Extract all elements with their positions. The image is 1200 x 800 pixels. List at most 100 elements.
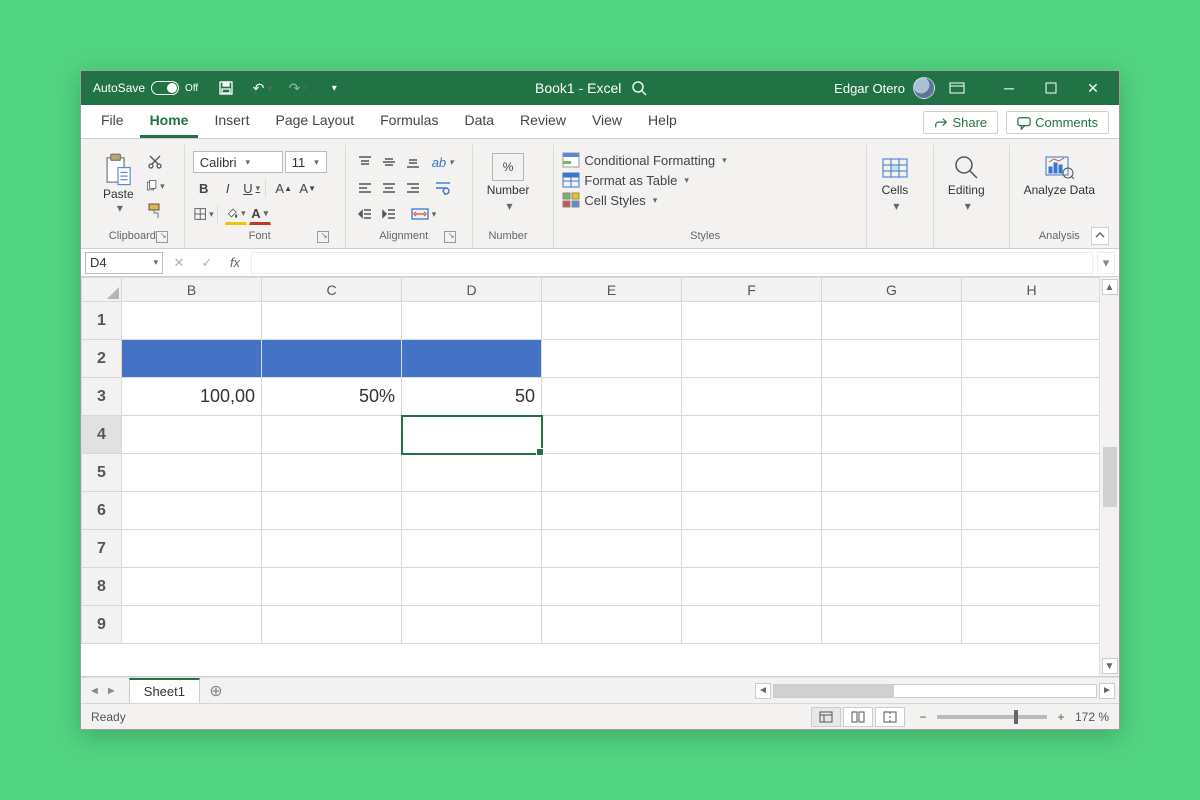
row-header-8[interactable]: 8 bbox=[82, 568, 122, 606]
share-button[interactable]: Share bbox=[923, 111, 998, 134]
row-header-6[interactable]: 6 bbox=[82, 492, 122, 530]
col-header-C[interactable]: C bbox=[262, 278, 402, 302]
cell-E4[interactable] bbox=[542, 416, 682, 454]
cell-B1[interactable] bbox=[122, 302, 262, 340]
cell-D9[interactable] bbox=[402, 606, 542, 644]
cell-G7[interactable] bbox=[822, 530, 962, 568]
cell-B3[interactable]: 100,00 bbox=[122, 378, 262, 416]
cell-E3[interactable] bbox=[542, 378, 682, 416]
cell-G3[interactable] bbox=[822, 378, 962, 416]
minimize-button[interactable]: ─ bbox=[989, 74, 1029, 102]
cell-H8[interactable] bbox=[962, 568, 1100, 606]
font-name-combo[interactable]: Calibri▾ bbox=[193, 151, 283, 173]
cell-D5[interactable] bbox=[402, 454, 542, 492]
cell-D7[interactable] bbox=[402, 530, 542, 568]
cell-F2[interactable] bbox=[682, 340, 822, 378]
maximize-button[interactable] bbox=[1031, 74, 1071, 102]
scroll-left-button[interactable]: ◄ bbox=[755, 683, 771, 699]
qat-customize-button[interactable]: ▾ bbox=[320, 74, 348, 102]
autosave-toggle[interactable]: AutoSave Off bbox=[87, 79, 204, 97]
cell-G8[interactable] bbox=[822, 568, 962, 606]
italic-button[interactable]: I bbox=[217, 177, 239, 199]
cell-E2[interactable] bbox=[542, 340, 682, 378]
row-header-2[interactable]: 2 bbox=[82, 340, 122, 378]
collapse-ribbon-button[interactable] bbox=[1091, 227, 1109, 245]
cell-H1[interactable] bbox=[962, 302, 1100, 340]
cell-E7[interactable] bbox=[542, 530, 682, 568]
cell-C4[interactable] bbox=[262, 416, 402, 454]
cell-B2[interactable] bbox=[122, 340, 262, 378]
cancel-formula-button[interactable]: ✕ bbox=[167, 252, 191, 274]
tab-insert[interactable]: Insert bbox=[204, 106, 259, 138]
cell-E8[interactable] bbox=[542, 568, 682, 606]
page-break-view-button[interactable] bbox=[875, 707, 905, 727]
borders-button[interactable]: ▾ bbox=[193, 203, 215, 225]
cell-C5[interactable] bbox=[262, 454, 402, 492]
cell-D1[interactable] bbox=[402, 302, 542, 340]
copy-button[interactable]: ▾ bbox=[144, 175, 166, 197]
cell-C7[interactable] bbox=[262, 530, 402, 568]
cell-F3[interactable] bbox=[682, 378, 822, 416]
tab-home[interactable]: Home bbox=[140, 106, 199, 138]
select-all-corner[interactable] bbox=[82, 278, 122, 302]
spreadsheet-grid[interactable]: B C D E F G H 1 2 3100,0050%50 4 5 6 7 8… bbox=[81, 277, 1099, 676]
row-header-7[interactable]: 7 bbox=[82, 530, 122, 568]
tab-help[interactable]: Help bbox=[638, 106, 687, 138]
col-header-H[interactable]: H bbox=[962, 278, 1100, 302]
expand-formula-bar-button[interactable]: ▾ bbox=[1097, 252, 1115, 274]
scroll-up-button[interactable]: ▲ bbox=[1102, 279, 1118, 295]
clipboard-launcher[interactable] bbox=[156, 231, 168, 243]
align-left-button[interactable] bbox=[354, 177, 376, 199]
underline-button[interactable]: U▾ bbox=[241, 177, 263, 199]
decrease-font-button[interactable]: A▼ bbox=[297, 177, 319, 199]
horizontal-scrollbar[interactable]: ◄ ► bbox=[755, 683, 1115, 699]
wrap-text-button[interactable] bbox=[432, 177, 454, 199]
page-layout-view-button[interactable] bbox=[843, 707, 873, 727]
cells-button[interactable]: Cells ▾ bbox=[875, 151, 915, 215]
cell-B4[interactable] bbox=[122, 416, 262, 454]
col-header-E[interactable]: E bbox=[542, 278, 682, 302]
cell-D3[interactable]: 50 bbox=[402, 378, 542, 416]
align-right-button[interactable] bbox=[402, 177, 424, 199]
merge-center-button[interactable]: ▾ bbox=[408, 203, 440, 225]
number-format-button[interactable]: % Number ▾ bbox=[481, 151, 536, 215]
close-button[interactable]: ✕ bbox=[1073, 74, 1113, 102]
cell-B8[interactable] bbox=[122, 568, 262, 606]
cell-E6[interactable] bbox=[542, 492, 682, 530]
search-button[interactable] bbox=[631, 80, 647, 96]
alignment-launcher[interactable] bbox=[444, 231, 456, 243]
comments-button[interactable]: Comments bbox=[1006, 111, 1109, 134]
format-as-table-button[interactable]: Format as Table▾ bbox=[562, 171, 689, 189]
user-name[interactable]: Edgar Otero bbox=[834, 81, 905, 96]
zoom-slider[interactable] bbox=[937, 715, 1047, 719]
zoom-in-button[interactable]: + bbox=[1053, 709, 1069, 725]
user-avatar[interactable] bbox=[913, 77, 935, 99]
fill-color-button[interactable]: ▾ bbox=[225, 203, 247, 225]
row-header-9[interactable]: 9 bbox=[82, 606, 122, 644]
scroll-thumb-vertical[interactable] bbox=[1103, 297, 1117, 656]
cell-F5[interactable] bbox=[682, 454, 822, 492]
enter-formula-button[interactable]: ✓ bbox=[195, 252, 219, 274]
increase-indent-button[interactable] bbox=[378, 203, 400, 225]
scroll-track-horizontal[interactable] bbox=[773, 684, 1097, 698]
col-header-D[interactable]: D bbox=[402, 278, 542, 302]
save-button[interactable] bbox=[212, 74, 240, 102]
cell-E1[interactable] bbox=[542, 302, 682, 340]
sheet-prev-button[interactable]: ◄ bbox=[87, 685, 102, 697]
editing-button[interactable]: Editing ▾ bbox=[942, 151, 991, 215]
cell-B6[interactable] bbox=[122, 492, 262, 530]
cell-D6[interactable] bbox=[402, 492, 542, 530]
new-sheet-button[interactable]: ⊕ bbox=[204, 678, 228, 703]
formula-input[interactable] bbox=[251, 252, 1093, 274]
cell-G6[interactable] bbox=[822, 492, 962, 530]
cell-D2[interactable] bbox=[402, 340, 542, 378]
row-header-1[interactable]: 1 bbox=[82, 302, 122, 340]
tab-page-layout[interactable]: Page Layout bbox=[265, 106, 364, 138]
paste-button[interactable]: Paste ▾ bbox=[99, 151, 138, 217]
align-bottom-button[interactable] bbox=[402, 151, 424, 173]
analyze-data-button[interactable]: Analyze Data bbox=[1018, 151, 1101, 199]
cell-C6[interactable] bbox=[262, 492, 402, 530]
insert-function-button[interactable]: fx bbox=[223, 252, 247, 274]
cell-H3[interactable] bbox=[962, 378, 1100, 416]
col-header-B[interactable]: B bbox=[122, 278, 262, 302]
